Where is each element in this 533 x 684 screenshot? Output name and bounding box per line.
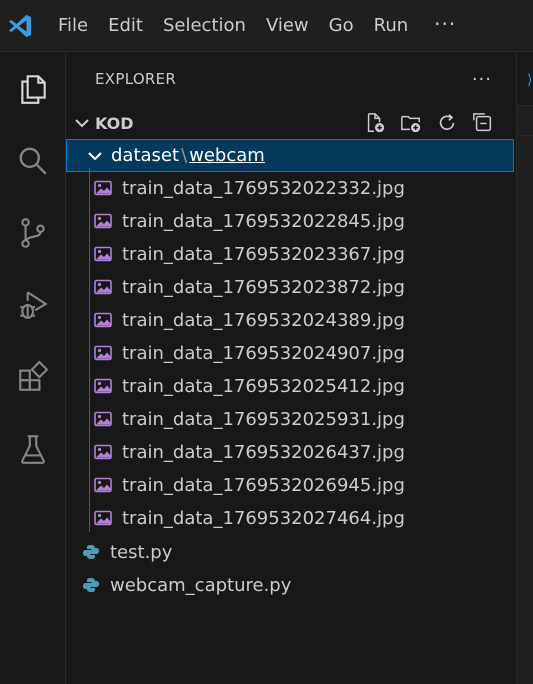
vscode-logo-icon	[2, 8, 38, 44]
title-bar: File Edit Selection View Go Run ···	[0, 0, 533, 52]
python-tab-icon: ⟩	[527, 72, 533, 88]
folder-leaf-name: webcam	[189, 145, 265, 166]
explorer-title: EXPLORER	[95, 70, 177, 88]
folder-dataset-webcam[interactable]: dataset \ webcam	[66, 139, 514, 172]
workspace-section-header[interactable]: KOD	[66, 106, 516, 140]
file-name: train_data_1769532024389.jpg	[122, 310, 405, 331]
file-name: train_data_1769532022845.jpg	[122, 211, 405, 232]
file-name: train_data_1769532026945.jpg	[122, 475, 405, 496]
testing-icon[interactable]	[0, 416, 66, 482]
file-image-row[interactable]: train_data_1769532022845.jpg	[66, 205, 514, 238]
file-image-row[interactable]: train_data_1769532025412.jpg	[66, 370, 514, 403]
image-file-icon	[94, 312, 112, 328]
file-name: train_data_1769532024907.jpg	[122, 343, 405, 364]
file-name: train_data_1769532022332.jpg	[122, 178, 405, 199]
menu-selection[interactable]: Selection	[153, 0, 256, 52]
image-file-icon	[94, 246, 112, 262]
image-file-icon	[94, 444, 112, 460]
chevron-down-icon	[75, 119, 89, 128]
file-image-row[interactable]: train_data_1769532025931.jpg	[66, 403, 514, 436]
search-icon[interactable]	[0, 128, 66, 194]
file-test-py[interactable]: test.py	[66, 536, 514, 569]
file-image-row[interactable]: train_data_1769532023367.jpg	[66, 238, 514, 271]
path-separator: \	[181, 145, 188, 166]
workspace-title: KOD	[95, 113, 134, 133]
file-image-row[interactable]: train_data_1769532024389.jpg	[66, 304, 514, 337]
folder-label: dataset \ webcam	[111, 145, 265, 166]
menu-edit[interactable]: Edit	[98, 0, 153, 52]
image-file-icon	[94, 279, 112, 295]
collapse-all-icon[interactable]	[469, 109, 497, 137]
new-file-icon[interactable]	[361, 109, 389, 137]
image-file-icon	[94, 345, 112, 361]
image-file-icon	[94, 213, 112, 229]
menu-view[interactable]: View	[256, 0, 319, 52]
explorer-sidebar: EXPLORER ··· KOD dataset \ webcam train_…	[66, 52, 516, 684]
python-file-icon	[83, 578, 99, 592]
folder-parent-name: dataset	[111, 145, 180, 166]
file-name: test.py	[110, 542, 173, 563]
menu-run[interactable]: Run	[364, 0, 419, 52]
file-webcam-capture-py[interactable]: webcam_capture.py	[66, 569, 514, 602]
file-image-row[interactable]: train_data_1769532026437.jpg	[66, 436, 514, 469]
editor-breadcrumb	[517, 106, 533, 136]
section-actions	[361, 109, 497, 137]
file-name: train_data_1769532025412.jpg	[122, 376, 405, 397]
activity-bar	[0, 52, 66, 684]
explorer-more-icon[interactable]: ···	[472, 69, 492, 90]
menu-file[interactable]: File	[48, 0, 98, 52]
image-file-icon	[94, 378, 112, 394]
menu-more-icon[interactable]: ···	[418, 0, 472, 52]
python-file-icon	[83, 545, 99, 559]
file-image-row[interactable]: train_data_1769532027464.jpg	[66, 502, 514, 535]
image-file-icon	[94, 477, 112, 493]
file-image-row[interactable]: train_data_1769532026945.jpg	[66, 469, 514, 502]
refresh-icon[interactable]	[433, 109, 461, 137]
menu-go[interactable]: Go	[319, 0, 364, 52]
image-file-icon	[94, 411, 112, 427]
file-image-row[interactable]: train_data_1769532024907.jpg	[66, 337, 514, 370]
explorer-icon[interactable]	[0, 56, 66, 122]
file-name: train_data_1769532023872.jpg	[122, 277, 405, 298]
file-name: train_data_1769532025931.jpg	[122, 409, 405, 430]
file-name: train_data_1769532026437.jpg	[122, 442, 405, 463]
file-image-row[interactable]: train_data_1769532023872.jpg	[66, 271, 514, 304]
file-name: train_data_1769532027464.jpg	[122, 508, 405, 529]
explorer-header: EXPLORER ···	[66, 52, 516, 106]
file-image-row[interactable]: train_data_1769532022332.jpg	[66, 172, 514, 205]
image-file-icon	[94, 180, 112, 196]
run-debug-icon[interactable]	[0, 272, 66, 338]
image-file-icon	[94, 510, 112, 526]
file-name: webcam_capture.py	[110, 575, 292, 596]
new-folder-icon[interactable]	[397, 109, 425, 137]
file-name: train_data_1769532023367.jpg	[122, 244, 405, 265]
extensions-icon[interactable]	[0, 344, 66, 410]
chevron-down-icon	[88, 152, 102, 161]
editor-tab-strip[interactable]: ⟩	[517, 52, 533, 106]
editor-area-edge: ⟩	[516, 52, 533, 684]
source-control-icon[interactable]	[0, 200, 66, 266]
